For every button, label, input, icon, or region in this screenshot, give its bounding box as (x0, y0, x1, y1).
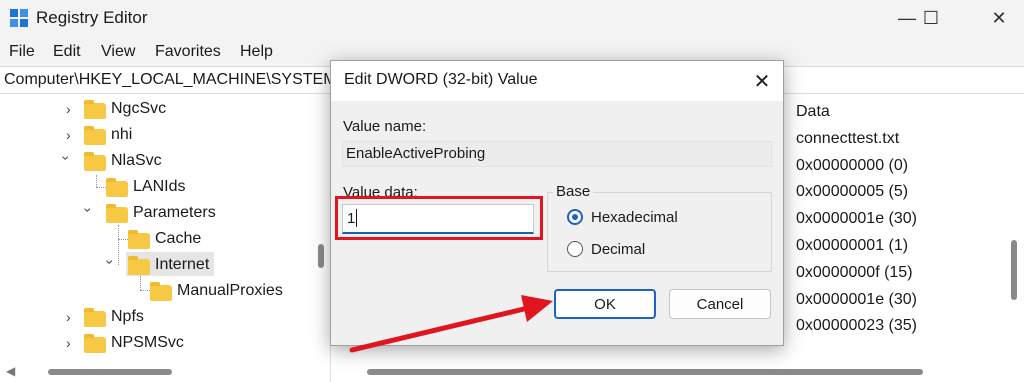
annotation-arrow (349, 295, 553, 353)
